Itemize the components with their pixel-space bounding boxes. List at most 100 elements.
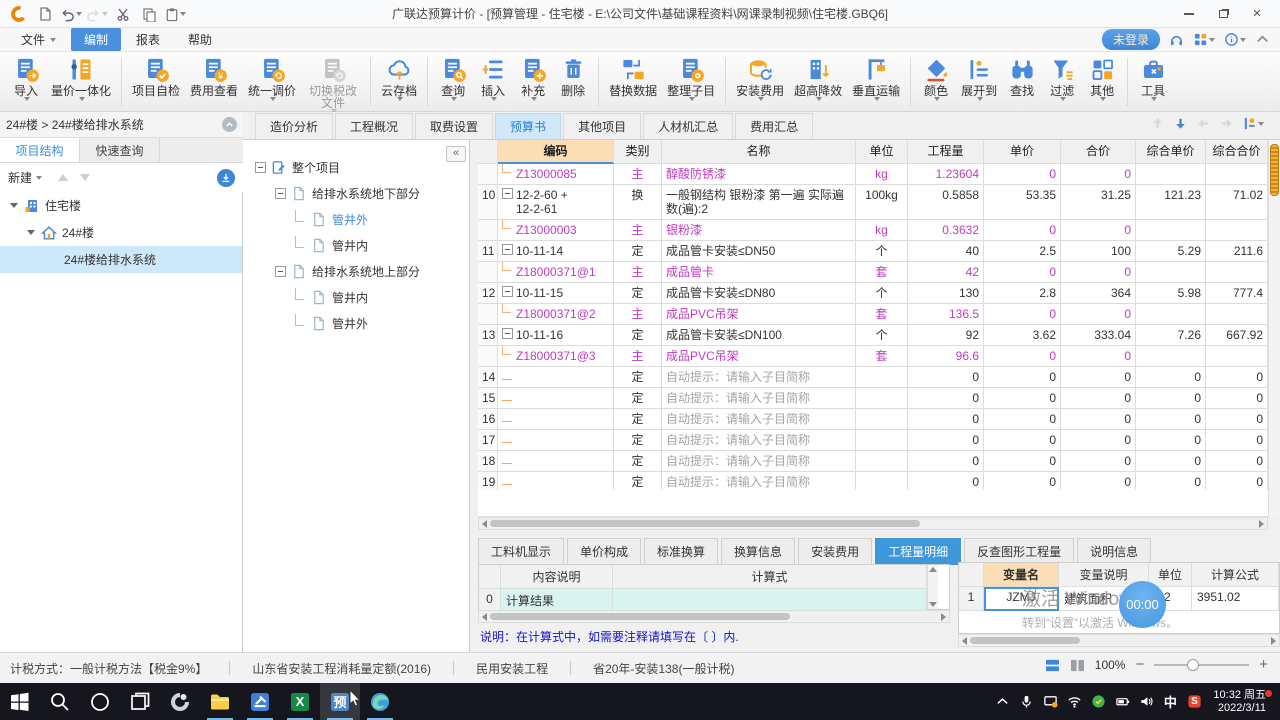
row-left-icon[interactable] [1196, 116, 1211, 131]
cell-unit-price[interactable]: 0 [984, 346, 1061, 367]
toolbar-button-切换税改文件[interactable]: 切换税改文件 [301, 55, 365, 114]
toolbar-button-颜色[interactable]: 颜色 [916, 55, 956, 102]
cell-composite-price[interactable]: 121.23 [1136, 185, 1206, 220]
cell-total[interactable]: 0 [1061, 430, 1136, 451]
cell-code[interactable] [498, 388, 614, 409]
cell-category[interactable]: 定 [614, 409, 662, 430]
cell-quantity[interactable]: 0.3632 [908, 220, 984, 241]
collapse-breadcrumb-button[interactable] [222, 117, 237, 132]
cell-quantity[interactable]: 1.23604 [908, 164, 984, 185]
tree-node-整个项目[interactable]: 整个项目 [243, 154, 469, 180]
cell-quantity[interactable]: 0.5858 [908, 185, 984, 220]
cell-unit[interactable]: kg [856, 220, 908, 241]
cell-unit-price[interactable]: 0 [984, 430, 1061, 451]
collapse-box-icon[interactable] [275, 265, 286, 277]
cell-unit[interactable]: 套 [856, 262, 908, 283]
cell-name[interactable]: 成品PVC吊架 [662, 304, 856, 325]
minimize-button[interactable] [1172, 2, 1206, 26]
column-header-编码[interactable]: 编码 [498, 140, 614, 164]
detail-tab-反查图形工程量[interactable]: 反查图形工程量 [964, 538, 1075, 565]
taskbar-clock[interactable]: 10:32 周五 2022/3/11 [1209, 689, 1274, 715]
cell-row-number[interactable] [478, 304, 498, 325]
cell-composite-price[interactable]: 0 [1136, 409, 1206, 430]
vars-header-计算公式[interactable]: 计算公式 [1192, 563, 1279, 587]
vars-cell-rownum[interactable]: 1 [959, 587, 984, 611]
toolbar-button-统一调价[interactable]: 统一调价 [243, 55, 301, 102]
cell-composite-total[interactable] [1206, 262, 1268, 283]
toolbar-button-插入[interactable]: 插入 [473, 55, 513, 102]
cell-code[interactable]: Z18000371@1 [498, 262, 614, 283]
cell-unit-price[interactable]: 0 [984, 220, 1061, 241]
left-tab-项目结构[interactable]: 项目结构 [0, 138, 80, 162]
cell-row-number[interactable]: 16 [478, 409, 498, 430]
cell-code[interactable]: 10-11-15 [498, 283, 614, 304]
cell-composite-total[interactable]: 211.6 [1206, 241, 1268, 262]
cell-composite-price[interactable]: 5.29 [1136, 241, 1206, 262]
toolbar-button-查询[interactable]: 查询 [433, 55, 473, 102]
tab-预算书[interactable]: 预算书 [495, 113, 562, 139]
cell-row-number[interactable]: 14 [478, 367, 498, 388]
cell-name[interactable]: 银粉漆 [662, 220, 856, 241]
cell-composite-price[interactable] [1136, 262, 1206, 283]
cell-composite-total[interactable] [1206, 346, 1268, 367]
toolbar-button-删除[interactable]: 删除 [553, 55, 593, 98]
cell-total[interactable]: 333.04 [1061, 325, 1136, 346]
cell-total[interactable]: 0 [1061, 451, 1136, 472]
cell-code[interactable]: Z18000371@2 [498, 304, 614, 325]
column-header-单价[interactable]: 单价 [984, 140, 1061, 164]
restore-button[interactable] [1206, 2, 1240, 26]
cell-code[interactable] [498, 367, 614, 388]
cell-row-number[interactable] [478, 262, 498, 283]
cell-name[interactable]: 成品管卡安装≤DN50 [662, 241, 856, 262]
cell-composite-price[interactable]: 0 [1136, 367, 1206, 388]
column-header-综合单价[interactable]: 综合单价 [1136, 140, 1206, 164]
task-view-icon[interactable] [120, 683, 160, 720]
cell-unit-price[interactable]: 0 [984, 304, 1061, 325]
toolbar-button-导入[interactable]: 导入 [6, 55, 46, 102]
toolbar-button-费用查看[interactable]: ¥ 费用查看 [185, 55, 243, 98]
row-right-icon[interactable] [1219, 116, 1234, 131]
left-tab-快速查询[interactable]: 快速查询 [80, 138, 160, 162]
expand-collapse-icon[interactable] [502, 188, 513, 199]
tab-其他项目[interactable]: 其他项目 [563, 113, 642, 139]
cell-category[interactable]: 主 [614, 220, 662, 241]
cell-total[interactable]: 0 [1061, 304, 1136, 325]
cell-code[interactable]: 10-11-16 [498, 325, 614, 346]
cell-category[interactable]: 定 [614, 451, 662, 472]
cell-name[interactable]: 醇酸防锈漆 [662, 164, 856, 185]
cell-total[interactable]: 0 [1061, 388, 1136, 409]
cell-name[interactable]: 成品管卡 [662, 262, 856, 283]
cell-code[interactable]: Z13000003 [498, 220, 614, 241]
redo-icon[interactable] [86, 4, 108, 24]
cell-total[interactable]: 0 [1061, 262, 1136, 283]
cell-unit[interactable]: 个 [856, 325, 908, 346]
sogou-icon[interactable]: S [1186, 694, 1202, 710]
toolbar-button-展开到[interactable]: 展开到 [956, 55, 1002, 102]
cell-unit-price[interactable]: 2.8 [984, 283, 1061, 304]
cell-row-number[interactable]: 15 [478, 388, 498, 409]
paste-icon[interactable] [164, 4, 186, 24]
cell-total[interactable]: 364 [1061, 283, 1136, 304]
budget-horizontal-scrollbar[interactable] [478, 517, 1268, 530]
split-view-icon[interactable] [1070, 659, 1085, 672]
cell-total[interactable]: 0 [1061, 220, 1136, 241]
undo-icon[interactable] [60, 4, 82, 24]
cell-row-number[interactable] [478, 164, 498, 185]
cell-quantity[interactable]: 96.6 [908, 346, 984, 367]
toolbar-button-过滤[interactable]: 过滤 [1042, 55, 1082, 102]
cell-composite-total[interactable] [1206, 220, 1268, 241]
cell-composite-price[interactable]: 0 [1136, 430, 1206, 451]
cell-unit[interactable] [856, 388, 908, 409]
cell-category[interactable]: 定 [614, 325, 662, 346]
menu-item-帮助[interactable]: 帮助 [175, 28, 225, 51]
tree-node-给排水系统地上部分[interactable]: 给排水系统地上部分 [243, 258, 469, 284]
cell-category[interactable]: 主 [614, 304, 662, 325]
move-up-icon[interactable] [58, 174, 69, 181]
cell-row-number[interactable]: 13 [478, 325, 498, 346]
collapse-tree-panel-button[interactable]: « [446, 146, 466, 162]
cell-name[interactable]: 成品管卡安装≤DN100 [662, 325, 856, 346]
cell-quantity[interactable]: 0 [908, 367, 984, 388]
cell-composite-total[interactable]: 71.02 [1206, 185, 1268, 220]
column-header-综合合价[interactable]: 综合合价 [1206, 140, 1268, 164]
gtj-app-icon[interactable] [240, 683, 280, 720]
